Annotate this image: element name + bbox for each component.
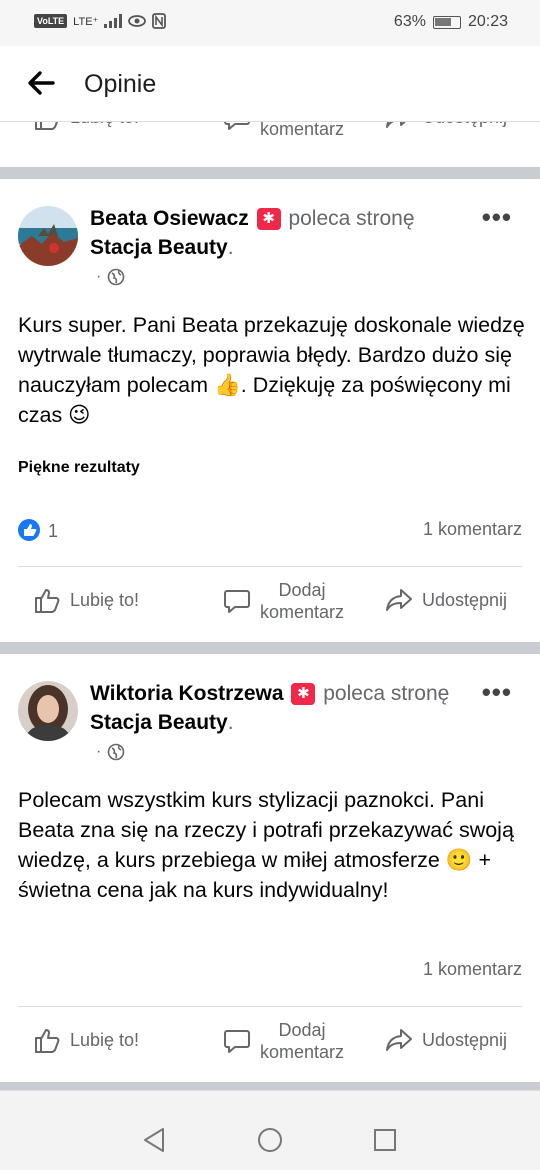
avatar[interactable]: [18, 681, 78, 741]
like-button[interactable]: Lubię to!: [32, 1025, 139, 1055]
post-stats: 1 komentarz: [18, 959, 522, 989]
period-text: .: [227, 711, 234, 734]
share-label: Udostępnij: [422, 1029, 508, 1050]
divider: [18, 1006, 522, 1007]
post-separator: [0, 642, 540, 654]
comment-label: Dodajkomentarz: [260, 1019, 344, 1063]
more-options-icon[interactable]: •••: [482, 677, 512, 708]
post-header-line: Beata Osiewacz ✱ poleca stronę Stacja Be…: [90, 204, 470, 262]
meta-dot: ·: [96, 743, 102, 760]
comment-bubble-icon: [224, 1030, 250, 1053]
post-meta: ·: [96, 268, 125, 286]
clock: 20:23: [467, 13, 508, 30]
post-actions: Lubię to! Dodaj komentarz Udostępnij: [0, 573, 540, 629]
lte-label: LTE⁺: [73, 15, 99, 28]
share-button[interactable]: Udostępnij: [384, 585, 507, 615]
page-title: Opinie: [84, 70, 157, 98]
comment-label-line2: komentarz: [260, 602, 345, 622]
system-nav-bar: [0, 1090, 540, 1170]
battery-icon: [432, 15, 461, 29]
share-label: Udostępnij: [422, 589, 508, 610]
share-arrow-icon: [386, 589, 412, 611]
comment-button[interactable]: Dodajkomentarz: [222, 122, 344, 140]
share-arrow-icon: [386, 122, 406, 128]
share-arrow-icon: [386, 1029, 412, 1051]
comment-label-line1: Dodaj: [278, 580, 326, 600]
post-separator: [0, 1082, 540, 1090]
back-arrow-icon[interactable]: [26, 68, 58, 100]
comment-label-line2: komentarz: [260, 122, 345, 139]
battery-percent: 63%: [393, 13, 426, 30]
comment-label: Dodajkomentarz: [260, 122, 344, 140]
comment-button[interactable]: Dodajkomentarz: [222, 1019, 344, 1063]
recommend-badge-icon: ✱: [256, 208, 281, 230]
comment-label-line1: Dodaj: [278, 1020, 326, 1040]
like-button[interactable]: Lubię to!: [32, 122, 139, 132]
like-label: Lubię to!: [70, 1029, 140, 1050]
comments-count[interactable]: 1 komentarz: [423, 959, 522, 980]
comment-label-line2: komentarz: [260, 1042, 345, 1062]
review-tag: Piękne rezultaty: [18, 459, 140, 476]
post-header-line: Wiktoria Kostrzewa ✱ poleca stronę Stacj…: [90, 679, 470, 737]
share-button[interactable]: Udostępnij: [384, 122, 507, 132]
more-options-icon[interactable]: •••: [482, 202, 512, 233]
comment-label: Dodajkomentarz: [260, 579, 344, 623]
reactions-count: 1: [48, 521, 59, 541]
thumbs-up-icon: [35, 589, 60, 613]
volte-badge: VoLTE: [34, 14, 68, 28]
status-bar: VoLTE LTE⁺ 63% 20:23: [0, 0, 540, 46]
author-name[interactable]: Wiktoria Kostrzewa: [90, 682, 284, 705]
author-name[interactable]: Beata Osiewacz: [90, 207, 249, 230]
globe-icon: [108, 743, 125, 761]
like-label: Lubię to!: [70, 122, 139, 128]
app-bar: Opinie: [0, 46, 540, 122]
review-text: Polecam wszystkim kurs stylizacji paznok…: [18, 788, 514, 902]
avatar[interactable]: [18, 206, 78, 266]
eye-comfort-icon: [128, 15, 147, 27]
review-text: Kurs super. Pani Beata przekazuję doskon…: [18, 313, 525, 427]
page-link[interactable]: Stacja Beauty: [90, 236, 228, 259]
post-meta: ·: [96, 743, 125, 761]
reviews-feed[interactable]: Lubię to! Dodajkomentarz Udostępnij Beat…: [0, 122, 540, 1090]
post-stats: 1 1 komentarz: [18, 519, 522, 549]
previous-post-actions: Lubię to! Dodajkomentarz Udostępnij: [0, 122, 540, 158]
meta-dot: ·: [96, 268, 102, 285]
recommend-badge-icon: ✱: [291, 683, 316, 705]
share-label: Udostępnij: [422, 122, 507, 128]
signal-icon: [104, 14, 123, 28]
nfc-icon: [152, 13, 167, 29]
like-reaction-icon: [18, 519, 40, 541]
divider: [18, 566, 522, 567]
nav-back-icon[interactable]: [142, 1127, 166, 1153]
share-button[interactable]: Udostępnij: [384, 1025, 507, 1055]
page-link[interactable]: Stacja Beauty: [90, 711, 228, 734]
nav-recents-icon[interactable]: [373, 1128, 397, 1152]
comment-bubble-icon: [224, 590, 250, 613]
comment-bubble-icon: [224, 122, 250, 130]
reactions-count-wrap[interactable]: 1: [18, 519, 58, 542]
like-button[interactable]: Lubię to!: [32, 585, 139, 615]
comments-count[interactable]: 1 komentarz: [423, 519, 522, 540]
like-label: Lubię to!: [70, 589, 140, 610]
comment-button[interactable]: Dodajkomentarz: [222, 579, 344, 623]
globe-icon: [108, 268, 125, 286]
status-right: 63% 20:23: [394, 13, 508, 31]
nav-home-icon[interactable]: [257, 1127, 283, 1153]
post-actions: Lubię to! Dodaj komentarz Udostępnij: [0, 1013, 540, 1069]
thumbs-up-icon: [35, 1029, 60, 1053]
period-text: .: [227, 236, 234, 259]
thumbs-up-icon: [35, 122, 58, 130]
recommends-text: poleca stronę: [288, 207, 415, 230]
post-separator: [0, 167, 540, 179]
status-left: VoLTE LTE⁺: [34, 13, 167, 29]
recommends-text: poleca stronę: [323, 682, 450, 705]
